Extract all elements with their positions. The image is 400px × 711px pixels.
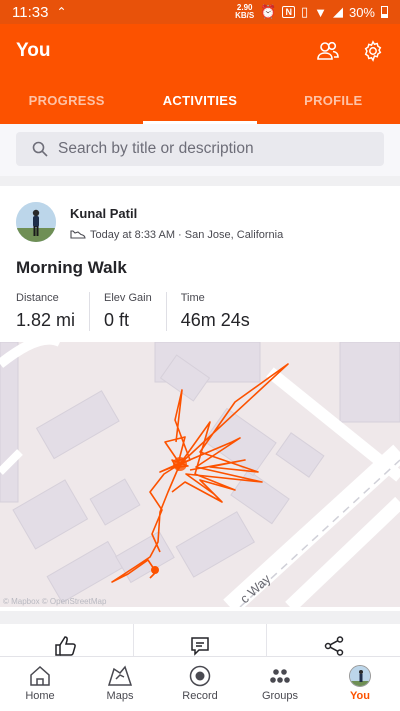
activity-card[interactable]: Kunal Patil Today at 8:33 AM · San Jose,…	[0, 186, 400, 611]
find-friends-icon[interactable]	[316, 40, 340, 62]
nav-label: You	[350, 690, 370, 702]
settings-gear-icon[interactable]	[362, 40, 384, 62]
map-icon	[108, 665, 132, 686]
walk-shoe-icon	[70, 230, 86, 239]
comment-button[interactable]	[134, 624, 268, 656]
strava-notification-icon: ⌃	[56, 5, 67, 19]
nfc-icon: N	[282, 6, 295, 18]
stat-label: Time	[180, 292, 205, 304]
stat-value: 1.82 mi	[16, 310, 76, 330]
activity-stats: Distance 1.82 mi Elev Gain 0 ft Time 46m…	[16, 292, 278, 331]
tab-activities[interactable]: ACTIVITIES	[133, 78, 266, 124]
stat-label: Distance	[16, 292, 59, 304]
search-input[interactable]: Search by title or description	[16, 132, 384, 166]
stat-distance: Distance 1.82 mi	[16, 292, 91, 331]
nav-label: Record	[182, 690, 218, 702]
page-title: You	[16, 40, 51, 61]
share-button[interactable]	[267, 624, 400, 656]
stat-value: 46m 24s	[180, 310, 250, 330]
search-area: Search by title or description	[0, 124, 400, 176]
athlete-header[interactable]: Kunal Patil Today at 8:33 AM · San Jose,…	[16, 202, 283, 242]
nav-you[interactable]: You	[320, 657, 400, 711]
avatar	[349, 665, 371, 687]
home-icon	[30, 665, 50, 686]
vibrate-icon: ▯	[300, 4, 309, 19]
bottom-nav: Home Maps Record Groups You	[0, 656, 400, 711]
activity-title[interactable]: Morning Walk	[16, 258, 127, 278]
nav-record[interactable]: Record	[160, 657, 240, 711]
stat-label: Elev Gain	[104, 292, 152, 304]
alarm-icon: ⏰	[260, 4, 277, 19]
app-bar: You	[0, 24, 400, 78]
stat-value: 0 ft	[104, 310, 130, 330]
kudos-button[interactable]	[0, 624, 134, 656]
search-placeholder: Search by title or description	[58, 140, 254, 157]
tab-progress[interactable]: PROGRESS	[0, 78, 133, 124]
battery-level: 30%	[348, 4, 375, 20]
record-icon	[189, 665, 211, 687]
battery-icon	[381, 6, 388, 18]
status-bar: 11:33 ⌃ 2.90 KB/S ⏰ N ▯ ▼ ◢ 30%	[0, 0, 400, 24]
status-right: 2.90 KB/S ⏰ N ▯ ▼ ◢ 30%	[235, 4, 388, 20]
athlete-name[interactable]: Kunal Patil	[70, 206, 283, 221]
wifi-icon: ▼	[314, 4, 327, 20]
tab-profile[interactable]: PROFILE	[267, 78, 400, 124]
network-speed: 2.90 KB/S	[235, 3, 255, 20]
thumbs-up-icon	[55, 636, 77, 656]
avatar[interactable]	[16, 202, 56, 242]
nav-home[interactable]: Home	[0, 657, 80, 711]
nav-label: Groups	[261, 690, 299, 702]
activity-meta: Today at 8:33 AM · San Jose, California	[70, 229, 283, 241]
activity-date-location: Today at 8:33 AM · San Jose, California	[90, 229, 284, 241]
svg-text:© Mapbox © OpenStreetMap: © Mapbox © OpenStreetMap	[3, 597, 107, 606]
stat-elev-gain: Elev Gain 0 ft	[104, 292, 167, 331]
nav-groups[interactable]: Groups	[240, 657, 320, 711]
signal-icon: ◢	[332, 4, 343, 19]
search-icon	[32, 141, 48, 157]
comment-icon	[191, 637, 209, 656]
nav-label: Home	[25, 690, 55, 702]
nav-label: Maps	[106, 690, 134, 702]
groups-icon	[270, 669, 290, 683]
stat-time: Time 46m 24s	[181, 292, 264, 331]
status-time: 11:33	[12, 3, 49, 21]
route-map[interactable]: c Way © Mapbox © OpenStreetMap	[0, 342, 400, 607]
activity-actions	[0, 624, 400, 656]
tab-bar: PROGRESS ACTIVITIES PROFILE	[0, 78, 400, 124]
nav-maps[interactable]: Maps	[80, 657, 160, 711]
share-icon	[324, 636, 343, 656]
